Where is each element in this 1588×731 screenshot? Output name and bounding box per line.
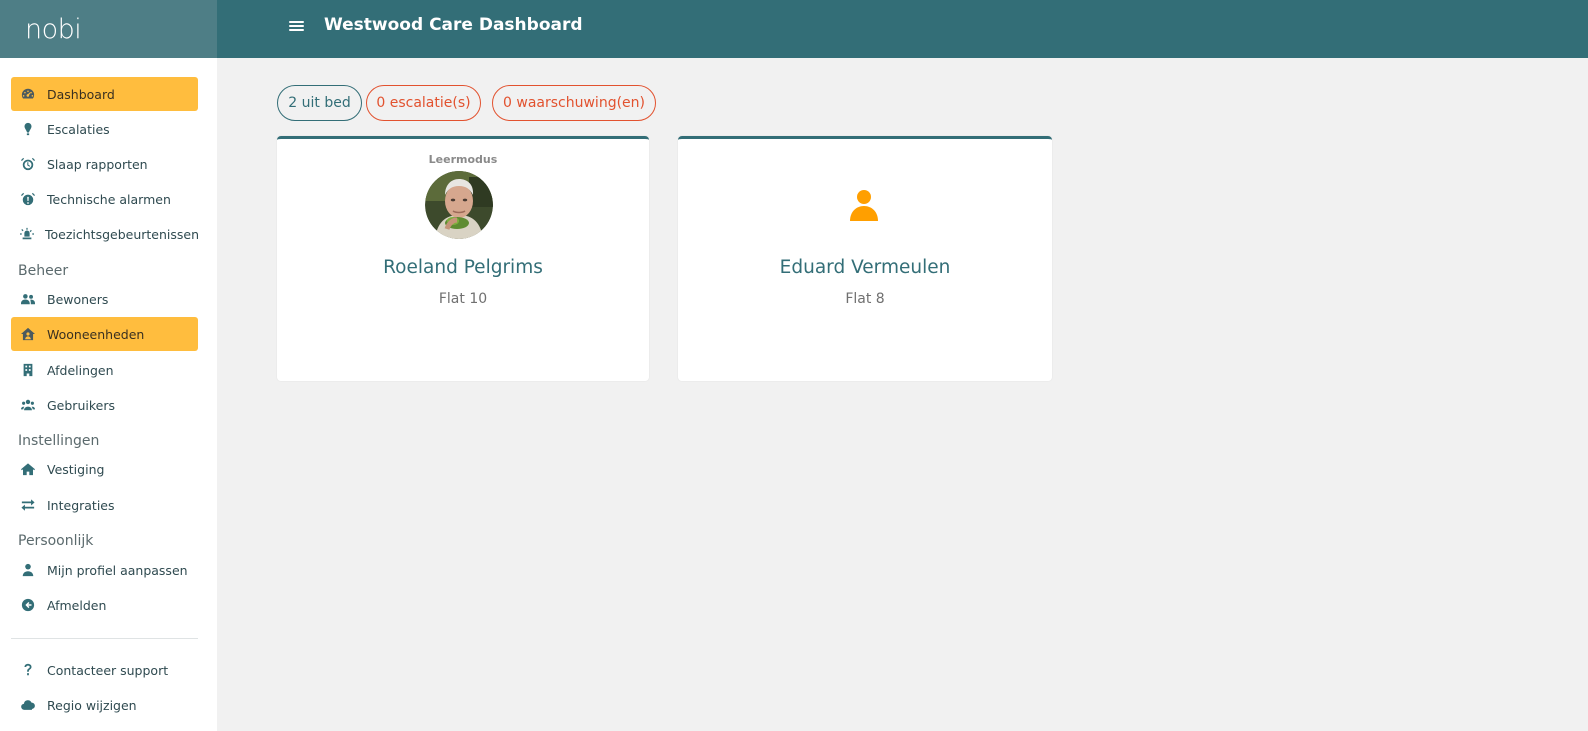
sidebar-divider	[11, 638, 198, 639]
sidebar-item-mijn-profiel[interactable]: Mijn profiel aanpassen	[11, 553, 198, 587]
sidebar-item-label: Integraties	[47, 497, 115, 513]
sidebar-item-label: Bewoners	[47, 291, 109, 307]
sidebar-item-dashboard[interactable]: Dashboard	[11, 77, 198, 111]
sidebar-item-gebruikers[interactable]: Gebruikers	[11, 388, 198, 422]
sidebar-item-bewoners[interactable]: Bewoners	[11, 282, 198, 316]
section-label-instellingen: Instellingen	[18, 433, 100, 449]
alarm-clock-icon	[20, 156, 36, 172]
alarm-warning-icon	[20, 191, 36, 207]
sidebar-item-slaap-rapporten[interactable]: Slaap rapporten	[11, 147, 198, 181]
section-label-persoonlijk: Persoonlijk	[18, 533, 94, 549]
resident-name: Roeland Pelgrims	[383, 257, 543, 278]
sidebar-item-label: Gebruikers	[47, 397, 115, 413]
sidebar-item-toezichtsgebeurtenissen[interactable]: Toezichtsgebeurtenissen	[11, 217, 200, 251]
sidebar-item-vestiging[interactable]: Vestiging	[11, 452, 198, 486]
home-icon	[20, 461, 36, 477]
sidebar-item-label: Dashboard	[47, 86, 115, 102]
out-of-bed-badge[interactable]: 2 uit bed	[277, 85, 362, 121]
warnings-badge[interactable]: 0 waarschuwing(en)	[492, 85, 656, 121]
logo-area[interactable]: nobi	[0, 0, 217, 58]
sidebar-item-label: Slaap rapporten	[47, 156, 148, 172]
users-icon	[20, 291, 36, 307]
sidebar-item-regio-wijzigen[interactable]: Regio wijzigen	[11, 688, 198, 722]
sidebar-item-label: Toezichtsgebeurtenissen	[45, 226, 200, 242]
siren-icon	[20, 226, 34, 242]
escalations-badge[interactable]: 0 escalatie(s)	[366, 85, 481, 121]
resident-avatar	[425, 171, 493, 239]
cloud-icon	[20, 697, 36, 713]
resident-name: Eduard Vermeulen	[779, 257, 951, 278]
building-icon	[20, 362, 36, 378]
sidebar-item-label: Escalaties	[47, 121, 110, 137]
gauge-icon	[20, 86, 36, 102]
sidebar-item-afmelden[interactable]: Afmelden	[11, 588, 198, 622]
person-placeholder-icon	[849, 189, 879, 221]
house-user-icon	[20, 326, 36, 342]
sidebar-item-escalaties[interactable]: Escalaties	[11, 112, 198, 146]
sidebar-item-wooneenheden[interactable]: Wooneenheden	[11, 317, 198, 351]
sidebar-item-label: Regio wijzigen	[47, 697, 137, 713]
resident-card[interactable]: Eduard Vermeulen Flat 8	[678, 136, 1052, 381]
nobi-logo: nobi	[25, 13, 82, 45]
sidebar-item-integraties[interactable]: Integraties	[11, 488, 198, 522]
question-icon	[20, 662, 36, 678]
sidebar-item-label: Mijn profiel aanpassen	[47, 562, 188, 578]
sidebar-item-afdelingen[interactable]: Afdelingen	[11, 353, 198, 387]
sidebar-item-technische-alarmen[interactable]: Technische alarmen	[11, 182, 198, 216]
exclamation-icon	[20, 121, 36, 137]
sidebar-item-label: Contacteer support	[47, 662, 169, 678]
sidebar-item-label: Wooneenheden	[47, 326, 145, 342]
resident-flat: Flat 10	[438, 291, 488, 307]
sidebar-item-label: Vestiging	[47, 461, 105, 477]
sidebar: nobi Dashboard Escalaties Slaap rapporte…	[0, 0, 217, 731]
mode-label: Leermodus	[428, 153, 498, 166]
page-title: Westwood Care Dashboard	[324, 15, 583, 35]
sidebar-item-contacteer-support[interactable]: Contacteer support	[11, 653, 198, 687]
users-group-icon	[20, 397, 36, 413]
hamburger-menu-icon[interactable]	[289, 19, 304, 33]
resident-flat: Flat 8	[845, 291, 885, 307]
sidebar-item-label: Afmelden	[47, 597, 107, 613]
sidebar-item-label: Afdelingen	[47, 362, 114, 378]
user-icon	[20, 562, 36, 578]
arrow-circle-left-icon	[20, 597, 36, 613]
arrows-exchange-icon	[20, 497, 36, 513]
resident-card[interactable]: Leermodus Roeland Pelgrims Flat 10	[277, 136, 649, 381]
sidebar-item-label: Technische alarmen	[47, 191, 171, 207]
top-bar: Westwood Care Dashboard	[217, 0, 1588, 58]
section-label-beheer: Beheer	[18, 263, 69, 279]
